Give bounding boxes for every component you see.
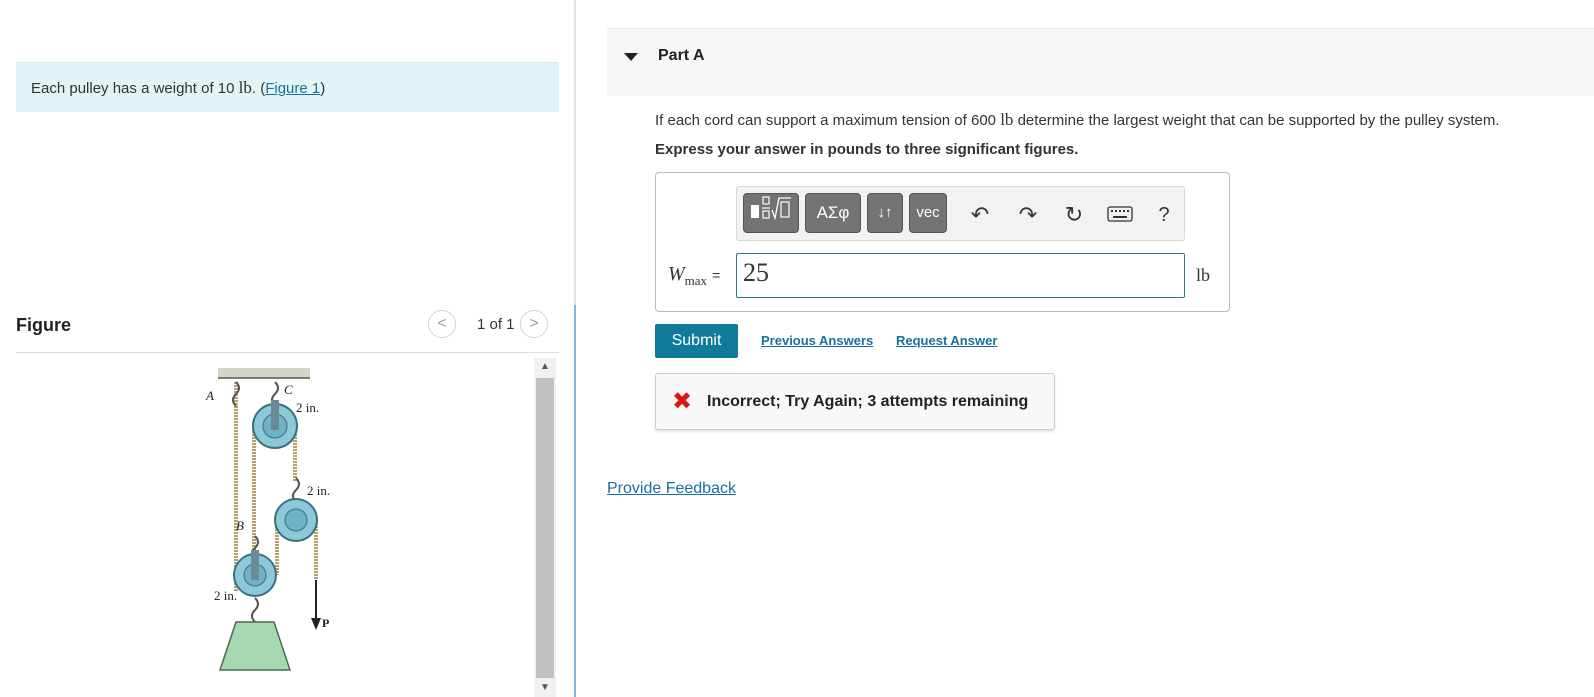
answer-variable: Wmax = <box>668 263 720 289</box>
ceiling <box>218 368 310 378</box>
pulley-top-bracket <box>271 400 279 430</box>
problem-intro: Each pulley has a weight of 10 lb. (Figu… <box>16 62 559 112</box>
intro-unit: lb <box>238 78 252 97</box>
figure-link[interactable]: Figure 1 <box>265 80 320 97</box>
answer-box: ΑΣφ ↓↑ vec ↶ ↷ ↻ ? Wmax = 25 lb <box>655 172 1230 312</box>
figure-header: Figure < 1 of 1 > <box>16 308 559 353</box>
pulley-figure: A C B 2 in. 2 in. 2 in. P <box>205 368 330 671</box>
label-dim-bottom: 2 in. <box>214 588 237 603</box>
help-icon[interactable]: ? <box>1149 200 1179 230</box>
greek-symbols-button[interactable]: ΑΣφ <box>805 193 861 233</box>
reset-icon[interactable]: ↻ <box>1059 200 1089 230</box>
label-a: A <box>205 388 214 403</box>
part-a-header[interactable]: Part A <box>607 28 1594 96</box>
x-mark-icon: ✖ <box>672 388 693 415</box>
keyboard-icon[interactable] <box>1103 200 1137 230</box>
request-answer-link[interactable]: Request Answer <box>896 333 997 348</box>
label-dim-mid: 2 in. <box>307 483 330 498</box>
fraction-radical-template-icon <box>751 196 791 221</box>
math-toolbar: ΑΣφ ↓↑ vec ↶ ↷ ↻ ? <box>736 186 1185 241</box>
intro-punct: . ( <box>251 80 266 97</box>
pulley-bottom-bracket <box>251 550 259 580</box>
chevron-left-icon: < <box>437 315 447 332</box>
figure-title: Figure <box>16 315 72 335</box>
label-c: C <box>284 382 293 397</box>
variable-symbol: W <box>668 263 685 285</box>
label-dim-top: 2 in. <box>296 400 319 415</box>
answer-input[interactable]: 25 <box>736 253 1185 298</box>
intro-close: ) <box>320 80 326 97</box>
weight-block <box>218 621 292 671</box>
answer-instruction: Express your answer in pounds to three s… <box>655 141 1079 158</box>
prev-figure-button[interactable]: < <box>428 310 456 338</box>
scroll-up-arrow-icon[interactable]: ▲ <box>534 358 556 376</box>
feedback-text: Incorrect; Try Again; 3 attempts remaini… <box>707 393 1029 410</box>
panel-divider-active <box>574 305 576 697</box>
chevron-right-icon: > <box>529 315 539 332</box>
pulley-middle-hub <box>284 508 308 532</box>
figure-count: 1 of 1 <box>477 316 515 333</box>
equals-sign: = <box>712 267 721 283</box>
left-panel: Each pulley has a weight of 10 lb. (Figu… <box>0 0 575 697</box>
vector-button[interactable]: vec <box>909 193 947 233</box>
part-title: Part A <box>658 47 705 64</box>
undo-icon[interactable]: ↶ <box>965 200 995 230</box>
templates-button[interactable] <box>743 193 799 233</box>
question-text-start: If each cord can support a maximum tensi… <box>655 112 1001 129</box>
next-figure-button[interactable]: > <box>520 310 548 338</box>
answer-unit: lb <box>1196 265 1211 285</box>
force-arrowhead <box>311 618 321 630</box>
variable-subscript: max <box>684 273 708 288</box>
figure-scrollbar[interactable]: ▲ ▼ <box>534 358 556 697</box>
scroll-thumb[interactable] <box>536 378 554 678</box>
redo-icon[interactable]: ↷ <box>1013 200 1043 230</box>
provide-feedback-link[interactable]: Provide Feedback <box>607 480 736 498</box>
question-unit: lb <box>1000 110 1014 129</box>
right-panel: Part A If each cord can support a maximu… <box>607 0 1594 697</box>
submit-button[interactable]: Submit <box>655 324 738 358</box>
hook-weight <box>251 597 259 623</box>
caret-down-icon[interactable] <box>624 53 638 61</box>
feedback-message: ✖ Incorrect; Try Again; 3 attempts remai… <box>655 373 1055 430</box>
intro-text: Each pulley has a weight of 10 <box>31 80 239 97</box>
label-p: P <box>322 616 329 630</box>
arrows-button[interactable]: ↓↑ <box>867 193 903 233</box>
question-text: If each cord can support a maximum tensi… <box>655 110 1585 130</box>
label-b: B <box>236 518 244 533</box>
previous-answers-link[interactable]: Previous Answers <box>761 333 873 348</box>
question-text-end: determine the largest weight that can be… <box>1013 112 1500 129</box>
scroll-down-arrow-icon[interactable]: ▼ <box>534 679 556 697</box>
